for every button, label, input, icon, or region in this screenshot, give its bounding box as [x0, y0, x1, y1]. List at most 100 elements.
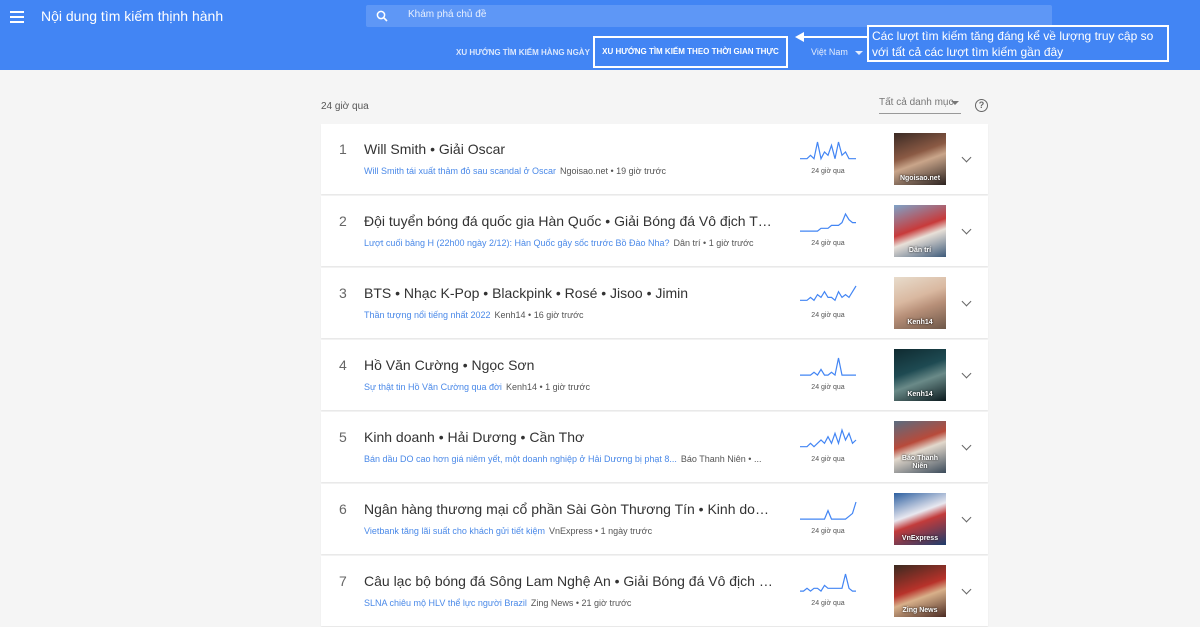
- trend-meta: Vietbank tăng lãi suất cho khách gửi tiế…: [364, 526, 774, 536]
- top-bar: Nội dung tìm kiếm thịnh hành XU HƯỚNG TÌ…: [0, 0, 1200, 70]
- trend-item[interactable]: 6 Ngân hàng thương mại cổ phần Sài Gòn Th…: [321, 484, 988, 554]
- article-thumbnail[interactable]: Kenh14: [894, 277, 946, 329]
- article-source: VnExpress • 1 ngày trước: [548, 526, 653, 536]
- article-thumbnail[interactable]: Zing News: [894, 565, 946, 617]
- chevron-down-icon[interactable]: [961, 584, 972, 595]
- sparkline-line: [800, 501, 857, 520]
- thumbnail-caption: Dân trí: [908, 247, 932, 254]
- trend-title[interactable]: Hồ Văn Cường • Ngọc Sơn: [364, 357, 774, 373]
- chevron-down-icon[interactable]: [961, 440, 972, 451]
- caret-down-icon: [951, 101, 959, 105]
- trend-item[interactable]: 3 BTS • Nhạc K-Pop • Blackpink • Rosé • J…: [321, 268, 988, 338]
- trend-item[interactable]: 7 Câu lạc bộ bóng đá Sông Lam Nghệ An • G…: [321, 556, 988, 626]
- trend-title[interactable]: Kinh doanh • Hải Dương • Cần Thơ: [364, 429, 774, 445]
- chevron-down-icon[interactable]: [961, 368, 972, 379]
- trend-rank: 5: [339, 429, 347, 445]
- help-icon[interactable]: ?: [975, 99, 988, 112]
- sparkline-label: 24 giờ qua: [811, 312, 845, 319]
- article-thumbnail[interactable]: VnExpress: [894, 493, 946, 545]
- country-selector[interactable]: Việt Nam: [811, 47, 848, 57]
- trend-meta: Sự thật tin Hồ Văn Cường qua đời Kenh14 •…: [364, 382, 774, 392]
- sparkline-line: [800, 285, 857, 302]
- article-source: Kenh14 • 16 giờ trước: [494, 310, 584, 320]
- caret-down-icon[interactable]: [855, 51, 863, 55]
- tab-realtime-trends[interactable]: XU HƯỚNG TÌM KIẾM THEO THỜI GIAN THỰC: [593, 36, 788, 68]
- sparkline-label: 24 giờ qua: [811, 456, 845, 463]
- article-source: Ngoisao.net • 19 giờ trước: [559, 166, 667, 176]
- trend-rank: 4: [339, 357, 347, 373]
- trend-rank: 6: [339, 501, 347, 517]
- trend-meta: SLNA chiêu mộ HLV thể lực người Brazil Zi…: [364, 598, 774, 608]
- sparkline-chart: [800, 501, 857, 520]
- article-thumbnail[interactable]: Báo Thanh Niên: [894, 421, 946, 473]
- sparkline-chart: [800, 212, 856, 232]
- trend-item[interactable]: 5 Kinh doanh • Hải Dương • Cần Thơ Bán dầu…: [321, 412, 988, 482]
- article-source: Kenh14 • 1 giờ trước: [505, 382, 590, 392]
- category-dropdown-label: Tất cả danh mục: [879, 97, 954, 108]
- sparkline-label: 24 giờ qua: [811, 600, 845, 607]
- sparkline-chart: [800, 141, 856, 161]
- sparkline-chart: [800, 573, 856, 592]
- sparkline-label: 24 giờ qua: [811, 240, 845, 247]
- search-icon: [376, 10, 388, 22]
- trend-item[interactable]: 2 Đội tuyển bóng đá quốc gia Hàn Quốc • G…: [321, 196, 988, 266]
- thumbnail-caption: Kenh14: [907, 391, 933, 398]
- trend-item[interactable]: 1 Will Smith • Giải Oscar Will Smith tái x…: [321, 124, 988, 194]
- article-link[interactable]: Thần tượng nổi tiếng nhất 2022: [364, 310, 491, 320]
- trend-title[interactable]: BTS • Nhạc K-Pop • Blackpink • Rosé • Ji…: [364, 285, 774, 301]
- article-link[interactable]: Sự thật tin Hồ Văn Cường qua đời: [364, 382, 502, 392]
- article-thumbnail[interactable]: Kenh14: [894, 349, 946, 401]
- thumbnail-caption: Kenh14: [907, 319, 933, 326]
- sparkline-line: [800, 573, 856, 592]
- trend-meta: Lượt cuối bảng H (22h00 ngày 2/12): Hàn …: [364, 238, 774, 248]
- article-thumbnail[interactable]: Dân trí: [894, 205, 946, 257]
- thumbnail-caption: Báo Thanh Niên: [901, 455, 939, 470]
- sparkline-chart: [800, 285, 857, 302]
- article-source: Dân trí • 1 giờ trước: [673, 238, 754, 248]
- trend-meta: Thần tượng nổi tiếng nhất 2022 Kenh14 • 1…: [364, 310, 774, 320]
- article-source: Zing News • 21 giờ trước: [530, 598, 632, 608]
- sparkline-line: [800, 212, 856, 232]
- thumbnail-caption: Zing News: [902, 607, 938, 614]
- trend-meta: Will Smith tái xuất thảm đỏ sau scandal …: [364, 166, 774, 176]
- sparkline-line: [800, 427, 857, 448]
- article-link[interactable]: SLNA chiêu mộ HLV thể lực người Brazil: [364, 598, 527, 608]
- menu-icon[interactable]: [10, 11, 24, 23]
- sparkline-line: [800, 141, 856, 161]
- sparkline-line: [800, 357, 856, 377]
- sparkline-chart: [800, 427, 857, 448]
- chevron-down-icon[interactable]: [961, 296, 972, 307]
- chevron-down-icon[interactable]: [961, 224, 972, 235]
- article-link[interactable]: Vietbank tăng lãi suất cho khách gửi tiế…: [364, 526, 545, 536]
- trend-title[interactable]: Will Smith • Giải Oscar: [364, 141, 774, 157]
- trend-rank: 1: [339, 141, 347, 157]
- trend-rank: 2: [339, 213, 347, 229]
- article-link[interactable]: Bán dầu DO cao hơn giá niêm yết, một doa…: [364, 454, 677, 464]
- trend-title[interactable]: Đội tuyển bóng đá quốc gia Hàn Quốc • Gi…: [364, 213, 774, 229]
- search-input[interactable]: [408, 9, 1008, 20]
- article-thumbnail[interactable]: Ngoisao.net: [894, 133, 946, 185]
- trend-rank: 7: [339, 573, 347, 589]
- thumbnail-caption: Ngoisao.net: [899, 175, 941, 182]
- sparkline-label: 24 giờ qua: [811, 168, 845, 175]
- article-source: Báo Thanh Niên • ...: [680, 454, 762, 464]
- chevron-down-icon[interactable]: [961, 512, 972, 523]
- sparkline-label: 24 giờ qua: [811, 384, 845, 391]
- trend-meta: Bán dầu DO cao hơn giá niêm yết, một doa…: [364, 454, 774, 464]
- sparkline-chart: [800, 357, 856, 377]
- article-link[interactable]: Will Smith tái xuất thảm đỏ sau scandal …: [364, 166, 556, 176]
- thumbnail-caption: VnExpress: [901, 535, 939, 542]
- tab-daily-trends[interactable]: XU HƯỚNG TÌM KIẾM HÀNG NGÀY: [456, 38, 590, 68]
- search-box[interactable]: [366, 5, 1052, 27]
- trend-title[interactable]: Ngân hàng thương mại cổ phần Sài Gòn Thư…: [364, 501, 774, 517]
- page-title: Nội dung tìm kiếm thịnh hành: [41, 8, 224, 24]
- trend-title[interactable]: Câu lạc bộ bóng đá Sông Lam Nghệ An • Gi…: [364, 573, 774, 589]
- annotation-callout: Các lượt tìm kiếm tăng đáng kể về lượng …: [867, 25, 1169, 62]
- trend-list: 1 Will Smith • Giải Oscar Will Smith tái x…: [321, 124, 988, 627]
- trend-rank: 3: [339, 285, 347, 301]
- chevron-down-icon[interactable]: [961, 152, 972, 163]
- sparkline-label: 24 giờ qua: [811, 528, 845, 535]
- trend-item[interactable]: 4 Hồ Văn Cường • Ngọc Sơn Sự thật tin Hồ V…: [321, 340, 988, 410]
- article-link[interactable]: Lượt cuối bảng H (22h00 ngày 2/12): Hàn …: [364, 238, 670, 248]
- category-dropdown[interactable]: Tất cả danh mục: [879, 92, 961, 114]
